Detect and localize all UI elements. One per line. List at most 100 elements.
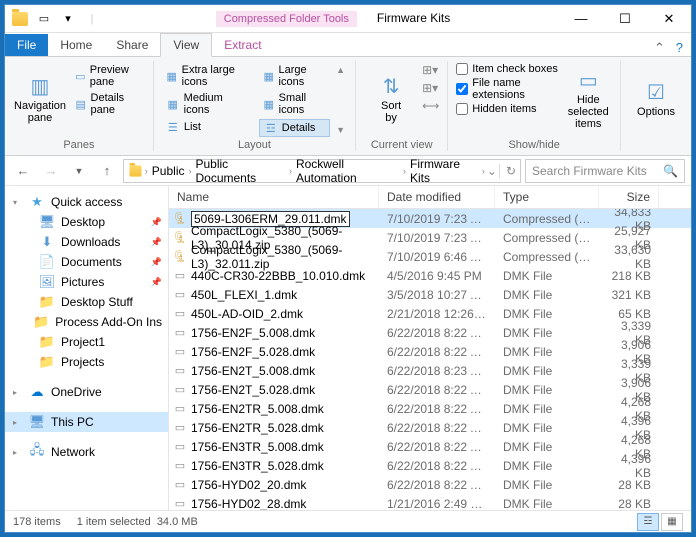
nav-item-label: Projects (61, 355, 104, 369)
nav-item[interactable]: 📄Documents📌 (5, 252, 168, 272)
nav-pane: ▾★Quick access 🖥Desktop📌⬇Downloads📌📄Docu… (5, 186, 169, 510)
file-date: 7/10/2019 7:23 AM (379, 212, 495, 226)
file-name: 1756-HYD02_28.dmk (191, 497, 306, 511)
file-type: DMK File (495, 497, 599, 511)
refresh-icon[interactable]: ↻ (499, 164, 516, 178)
crumb-public[interactable]: Public (150, 164, 187, 178)
nav-onedrive[interactable]: ▸☁OneDrive (5, 382, 168, 402)
file-row[interactable]: 🗜CompactLogix_5380_(5069-L3)_32.011.zip … (169, 247, 691, 266)
file-date: 6/22/2018 8:22 AM (379, 345, 495, 359)
col-size[interactable]: Size (599, 186, 659, 208)
options-button[interactable]: ☑ Options (629, 63, 683, 137)
item-checkboxes-toggle[interactable]: Item check boxes (456, 63, 560, 75)
nav-item[interactable]: 📁Project1 (5, 332, 168, 352)
layout-xl[interactable]: ▦Extra large icons (162, 63, 255, 89)
tab-extract[interactable]: Extract (212, 34, 273, 56)
tab-view[interactable]: View (160, 33, 212, 57)
ribbon-collapse-icon[interactable]: ⌃ (654, 40, 665, 55)
col-type[interactable]: Type (495, 186, 599, 208)
file-name: CompactLogix_5380_(5069-L3)_32.011.zip (191, 243, 375, 271)
address-bar[interactable]: › Public› Public Documents› Rockwell Aut… (123, 159, 521, 183)
file-extensions-toggle[interactable]: File name extensions (456, 77, 560, 101)
file-row[interactable]: ▭1756-HYD02_20.dmk 6/22/2018 8:22 AM DMK… (169, 475, 691, 494)
file-icon: ▭ (173, 269, 187, 283)
crumb-firmware[interactable]: Firmware Kits (408, 157, 480, 185)
back-button[interactable]: ← (11, 159, 35, 183)
tab-home[interactable]: Home (48, 34, 104, 56)
qat-dropdown-icon[interactable]: ▾ (57, 8, 79, 30)
properties-icon[interactable]: ▭ (33, 8, 55, 30)
group-by-icon[interactable]: ⊞▾ (422, 63, 439, 77)
nav-network[interactable]: ▸🖧Network (5, 442, 168, 462)
file-date: 6/22/2018 8:23 AM (379, 364, 495, 378)
col-name[interactable]: Name (169, 186, 379, 208)
addr-dropdown-icon[interactable]: ⌄ (487, 164, 497, 178)
group-layout-label: Layout (162, 137, 347, 151)
file-date: 6/22/2018 8:22 AM (379, 326, 495, 340)
layout-scroll-up-icon[interactable]: ▲ (336, 65, 345, 75)
group-showhide-label: Show/hide (456, 137, 612, 151)
layout-details[interactable]: ☲Details (259, 119, 330, 137)
tab-share[interactable]: Share (104, 34, 160, 56)
nav-item[interactable]: 📁 Process Add-On Ins (5, 312, 168, 332)
layout-list[interactable]: ☰List (162, 119, 255, 135)
nav-item[interactable]: 📁Desktop Stuff (5, 292, 168, 312)
file-type: Compressed (zipp... (495, 212, 599, 226)
help-icon[interactable]: ? (676, 40, 683, 55)
file-icon: ▭ (173, 497, 187, 511)
file-type: DMK File (495, 459, 599, 473)
forward-button[interactable]: → (39, 159, 63, 183)
tab-file[interactable]: File (5, 34, 48, 56)
file-size: 321 KB (599, 288, 659, 302)
details-pane-button[interactable]: ▤Details pane (71, 91, 145, 117)
hide-selected-button[interactable]: ▭ Hide selected items (565, 63, 612, 137)
file-row[interactable]: ▭440C-CR30-22BBB_10.010.dmk 4/5/2016 9:4… (169, 266, 691, 285)
nav-item-icon: 📁 (33, 315, 49, 329)
close-button[interactable]: ✕ (647, 5, 691, 33)
file-type: Compressed (zipp... (495, 250, 599, 264)
col-date[interactable]: Date modified (379, 186, 495, 208)
status-count: 178 items (13, 516, 61, 528)
file-size: 33,630 KB (599, 243, 659, 271)
maximize-button[interactable]: ☐ (603, 5, 647, 33)
crumb-rockwell[interactable]: Rockwell Automation (294, 157, 401, 185)
minimize-button[interactable]: — (559, 5, 603, 33)
file-row[interactable]: ▭1756-EN3TR_5.028.dmk 6/22/2018 8:22 AM … (169, 456, 691, 475)
sort-by-button[interactable]: ⇅ Sort by (364, 63, 418, 137)
nav-item[interactable]: 📁Projects (5, 352, 168, 372)
status-selected: 1 item selected (77, 516, 151, 528)
recent-dropdown-icon[interactable]: ▼ (67, 159, 91, 183)
view-large-icon[interactable]: ▦ (661, 513, 683, 531)
file-icon: ▭ (173, 326, 187, 340)
nav-this-pc[interactable]: ▸🖥This PC (5, 412, 168, 432)
layout-scroll-down-icon[interactable]: ▼ (336, 125, 345, 135)
preview-pane-button[interactable]: ▭Preview pane (71, 63, 145, 89)
layout-md[interactable]: ▦Medium icons (162, 91, 255, 117)
hidden-items-toggle[interactable]: Hidden items (456, 103, 560, 115)
nav-quick-access[interactable]: ▾★Quick access (5, 192, 168, 212)
navigation-pane-button[interactable]: ▥ Navigation pane (13, 63, 67, 137)
file-row[interactable]: ▭1756-HYD02_28.dmk 1/21/2016 2:49 PM DMK… (169, 494, 691, 510)
file-date: 6/22/2018 8:22 AM (379, 440, 495, 454)
status-size: 34.0 MB (157, 516, 198, 528)
layout-sm[interactable]: ▦Small icons (259, 91, 330, 117)
nav-item[interactable]: 🖼Pictures📌 (5, 272, 168, 292)
file-row[interactable]: ▭450L_FLEXI_1.dmk 3/5/2018 10:27 AM DMK … (169, 285, 691, 304)
size-columns-icon[interactable]: ⟷ (422, 99, 439, 113)
file-type: DMK File (495, 288, 599, 302)
file-size: 218 KB (599, 269, 659, 283)
search-input[interactable]: Search Firmware Kits 🔍 (525, 159, 685, 183)
nav-item[interactable]: 🖥Desktop📌 (5, 212, 168, 232)
nav-item[interactable]: ⬇Downloads📌 (5, 232, 168, 252)
file-type: DMK File (495, 269, 599, 283)
view-details-icon[interactable]: ☲ (637, 513, 659, 531)
file-size: 28 KB (599, 478, 659, 492)
up-button[interactable]: ↑ (95, 159, 119, 183)
crumb-publicdocs[interactable]: Public Documents (193, 157, 286, 185)
file-name: 450L_FLEXI_1.dmk (191, 288, 297, 302)
layout-lg[interactable]: ▦Large icons (259, 63, 330, 89)
nav-item-label: Process Add-On Ins (55, 315, 162, 329)
file-name: 1756-EN2T_5.028.dmk (191, 383, 315, 397)
add-columns-icon[interactable]: ⊞▾ (422, 81, 439, 95)
file-type: DMK File (495, 345, 599, 359)
